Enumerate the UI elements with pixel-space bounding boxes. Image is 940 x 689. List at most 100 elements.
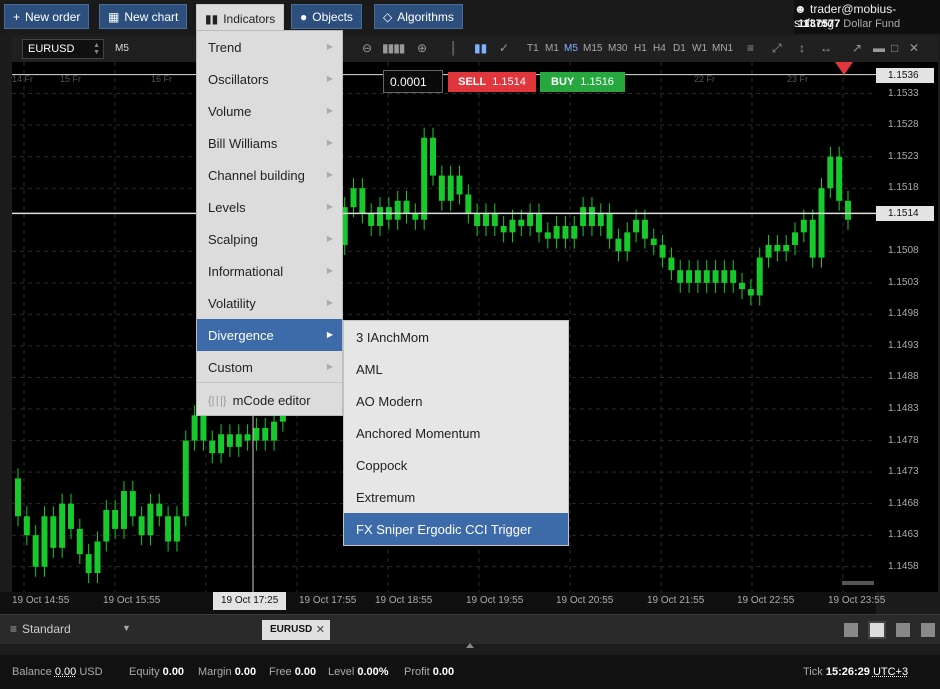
submenu-item-label: AML <box>356 361 383 377</box>
menu-item-custom[interactable]: Custom ▶ <box>197 351 342 383</box>
zoom-in-icon[interactable]: ⊕ <box>417 41 427 55</box>
candle-body <box>271 421 278 441</box>
timeframe-m5[interactable]: M5 <box>564 43 578 54</box>
user-icon: ☻ <box>794 2 807 16</box>
chart-tabs-bar: ≡ Standard ▼ EURUSD ✕ <box>0 614 940 644</box>
menu-item-informational[interactable]: Informational ▶ <box>197 255 342 287</box>
candle-body <box>765 244 772 258</box>
timezone-selector[interactable]: UTC+3 <box>873 666 908 678</box>
new-order-button[interactable]: + New order <box>4 4 90 29</box>
equity-label: Equity <box>129 666 160 678</box>
submenu-item-aml[interactable]: AML <box>344 353 568 385</box>
close-icon[interactable]: ✕ <box>909 41 919 55</box>
timeframe-m1[interactable]: M1 <box>545 43 559 54</box>
timeframe-t1[interactable]: T1 <box>527 43 539 54</box>
timeframe-mn1[interactable]: MN1 <box>712 43 733 54</box>
timeframe-h1[interactable]: H1 <box>634 43 647 54</box>
new-order-label: New order <box>25 9 81 24</box>
menu-item-trend[interactable]: Trend ▶ <box>197 31 342 63</box>
timeframe-w1[interactable]: W1 <box>692 43 707 54</box>
zoom-slider[interactable]: ▮▮▮▮ <box>382 41 405 55</box>
single-layout-icon[interactable] <box>844 623 858 637</box>
timeframe-m30[interactable]: M30 <box>608 43 627 54</box>
horizontal-line-icon[interactable]: ↔ <box>820 41 832 55</box>
timeframe-h4[interactable]: H4 <box>653 43 666 54</box>
menu-item-channel-building[interactable]: Channel building ▶ <box>197 159 342 191</box>
minimize-icon[interactable]: ▬ <box>873 41 885 55</box>
candle-body <box>739 282 746 290</box>
line-chart-type-icon[interactable]: ✓ <box>499 41 509 55</box>
menu-item-bill-williams[interactable]: Bill Williams ▶ <box>197 127 342 159</box>
menu-item-label: Bill Williams <box>208 135 278 151</box>
horizontal-split-icon[interactable] <box>921 623 935 637</box>
submenu-item-anchored-momentum[interactable]: Anchored Momentum <box>344 417 568 449</box>
price-tick-label: 1.1508 <box>888 245 919 257</box>
detach-icon[interactable]: ↗ <box>852 41 862 55</box>
lot-size-input[interactable]: 0.0001 <box>383 70 443 93</box>
menu-item-label: Scalping <box>208 231 258 247</box>
menu-item-volume[interactable]: Volume ▶ <box>197 95 342 127</box>
grid-layout-icon[interactable] <box>868 621 886 639</box>
submenu-item-label: Extremum <box>356 489 416 505</box>
menu-item-scalping[interactable]: Scalping ▶ <box>197 223 342 255</box>
submenu-item-fx-sniper-ergodic-cci-trigger[interactable]: FX Sniper Ergodic CCI Trigger <box>344 513 568 545</box>
buy-label: BUY <box>551 76 575 88</box>
submenu-item-label: 3 IAnchMom <box>356 329 429 345</box>
clock-status: Tick 15:26:29 UTC+3 <box>803 666 908 678</box>
bar-chart-type-icon[interactable]: │ <box>450 41 458 55</box>
menu-item-levels[interactable]: Levels ▶ <box>197 191 342 223</box>
objects-button[interactable]: ● Objects <box>291 4 362 29</box>
price-tick-label: 1.1483 <box>888 403 919 415</box>
maximize-icon[interactable]: □ <box>891 41 898 55</box>
symbol-selector[interactable]: EURUSD ▲ ▼ <box>22 39 104 59</box>
sell-button[interactable]: SELL 1.1514 <box>448 72 536 92</box>
currency-label: USD <box>79 666 103 678</box>
candle-chart-type-icon[interactable]: ▮▮ <box>474 41 487 55</box>
free-label: Free <box>269 666 292 678</box>
submenu-item-coppock[interactable]: Coppock <box>344 449 568 481</box>
vertical-line-icon[interactable]: ↕ <box>799 41 805 55</box>
buy-button[interactable]: BUY 1.1516 <box>540 72 625 92</box>
close-tab-icon[interactable]: ✕ <box>316 623 325 636</box>
timeframe-d1[interactable]: D1 <box>673 43 686 54</box>
candle-body <box>129 491 136 517</box>
mcode-editor-item[interactable]: {|∣|} mCode editor <box>197 384 342 416</box>
chart-tab-label: EURUSD <box>270 624 313 635</box>
spinner-icon: ▲ ▼ <box>93 42 100 56</box>
bid-price-tag: 1.1514 <box>876 206 934 222</box>
menu-item-oscillators[interactable]: Oscillators ▶ <box>197 63 342 95</box>
candle-body <box>580 207 587 227</box>
menu-item-divergence[interactable]: Divergence ▶ <box>197 319 342 351</box>
candle-body <box>368 213 375 227</box>
submenu-item-3-ianchmom[interactable]: 3 IAnchMom <box>344 321 568 353</box>
new-chart-button[interactable]: ▦ New chart <box>99 4 188 29</box>
algorithms-button[interactable]: ◇ Algorithms <box>374 4 463 29</box>
submenu-item-label: AO Modern <box>356 393 423 409</box>
chevron-down-icon[interactable]: ▼ <box>122 623 131 633</box>
time-tick-label: 19 Oct 14:55 <box>12 595 70 606</box>
timeframe-m15[interactable]: M15 <box>583 43 602 54</box>
submenu-item-extremum[interactable]: Extremum <box>344 481 568 513</box>
chart-tab-eurusd[interactable]: EURUSD ✕ <box>262 620 330 640</box>
candle-body <box>606 213 613 239</box>
menu-item-volatility[interactable]: Volatility ▶ <box>197 287 342 319</box>
indicator-settings-icon[interactable]: ≡ <box>747 41 754 55</box>
candle-body <box>403 200 410 214</box>
time-tick-label: 19 Oct 22:55 <box>737 595 795 606</box>
account-panel[interactable]: ☻ trader@mobius-soft.org 1137577 Dollar … <box>794 0 940 34</box>
layout-selector[interactable]: Standard <box>22 622 71 636</box>
draw-line-icon[interactable]: ⤢ <box>772 41 782 56</box>
balance-value[interactable]: 0.00 <box>55 666 76 678</box>
balance-status: Balance 0.00 USD <box>12 666 103 678</box>
buy-price: 1.1516 <box>580 76 614 88</box>
vertical-split-icon[interactable] <box>896 623 910 637</box>
candle-body <box>491 213 498 227</box>
submenu-item-ao-modern[interactable]: AO Modern <box>344 385 568 417</box>
submenu-item-label: Coppock <box>356 457 408 473</box>
candle-body <box>173 516 180 542</box>
candle-body <box>94 541 101 574</box>
panel-collapse-icon[interactable] <box>466 643 474 648</box>
zoom-out-icon[interactable]: ⊖ <box>362 41 372 55</box>
time-tick-label: 19 Oct 23:55 <box>828 595 886 606</box>
candle-body <box>218 434 225 454</box>
